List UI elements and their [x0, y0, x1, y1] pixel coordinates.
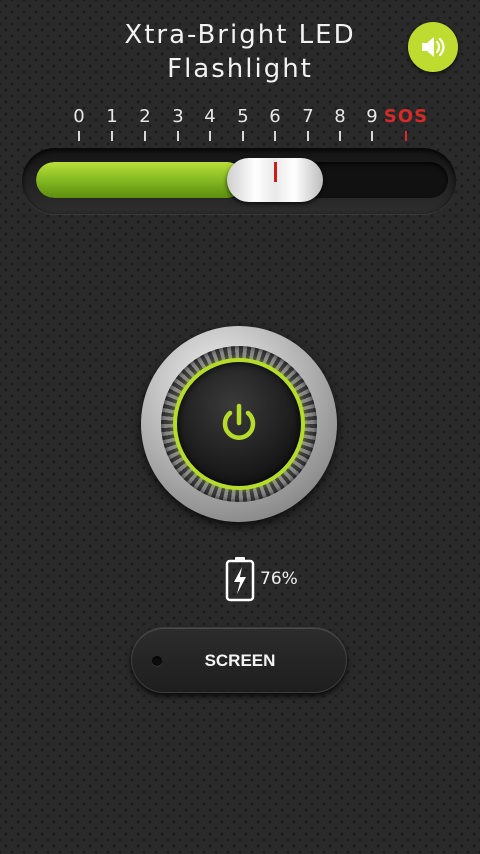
- scale-label-sos[interactable]: SOS: [380, 106, 432, 127]
- scale-tick: [78, 131, 80, 141]
- scale-tick: [274, 131, 276, 141]
- sound-toggle-button[interactable]: [408, 22, 458, 72]
- speaker-volume-icon: [422, 37, 445, 57]
- scale-label-6[interactable]: 6: [263, 106, 287, 127]
- battery-charging-icon: [225, 557, 255, 602]
- slider-thumb-indicator: [274, 162, 277, 182]
- scale-label-8[interactable]: 8: [328, 106, 352, 127]
- strobe-slider-thumb[interactable]: [227, 158, 323, 202]
- scale-label-5[interactable]: 5: [231, 106, 255, 127]
- scale-tick: [371, 131, 373, 141]
- screen-button-label: SCREEN: [204, 651, 276, 670]
- scale-tick: [405, 131, 407, 141]
- scale-tick: [111, 131, 113, 141]
- power-button-bezel: [161, 346, 317, 502]
- app-title-line2: Flashlight: [167, 54, 313, 84]
- scale-tick: [242, 131, 244, 141]
- scale-label-0[interactable]: 0: [67, 106, 91, 127]
- scale-tick: [144, 131, 146, 141]
- scale-tick: [339, 131, 341, 141]
- scale-tick: [177, 131, 179, 141]
- scale-label-2[interactable]: 2: [133, 106, 157, 127]
- power-button-core: [173, 358, 305, 490]
- battery-percent: 76%: [260, 569, 298, 589]
- screen-light-button[interactable]: SCREEN: [131, 627, 347, 693]
- scale-label-1[interactable]: 1: [100, 106, 124, 127]
- scale-label-4[interactable]: 4: [198, 106, 222, 127]
- scale-label-3[interactable]: 3: [166, 106, 190, 127]
- scale-tick: [307, 131, 309, 141]
- power-icon: [222, 403, 256, 440]
- scale-label-7[interactable]: 7: [296, 106, 320, 127]
- power-button[interactable]: [141, 326, 337, 522]
- strobe-slider-fill: [36, 162, 245, 198]
- scale-tick: [209, 131, 211, 141]
